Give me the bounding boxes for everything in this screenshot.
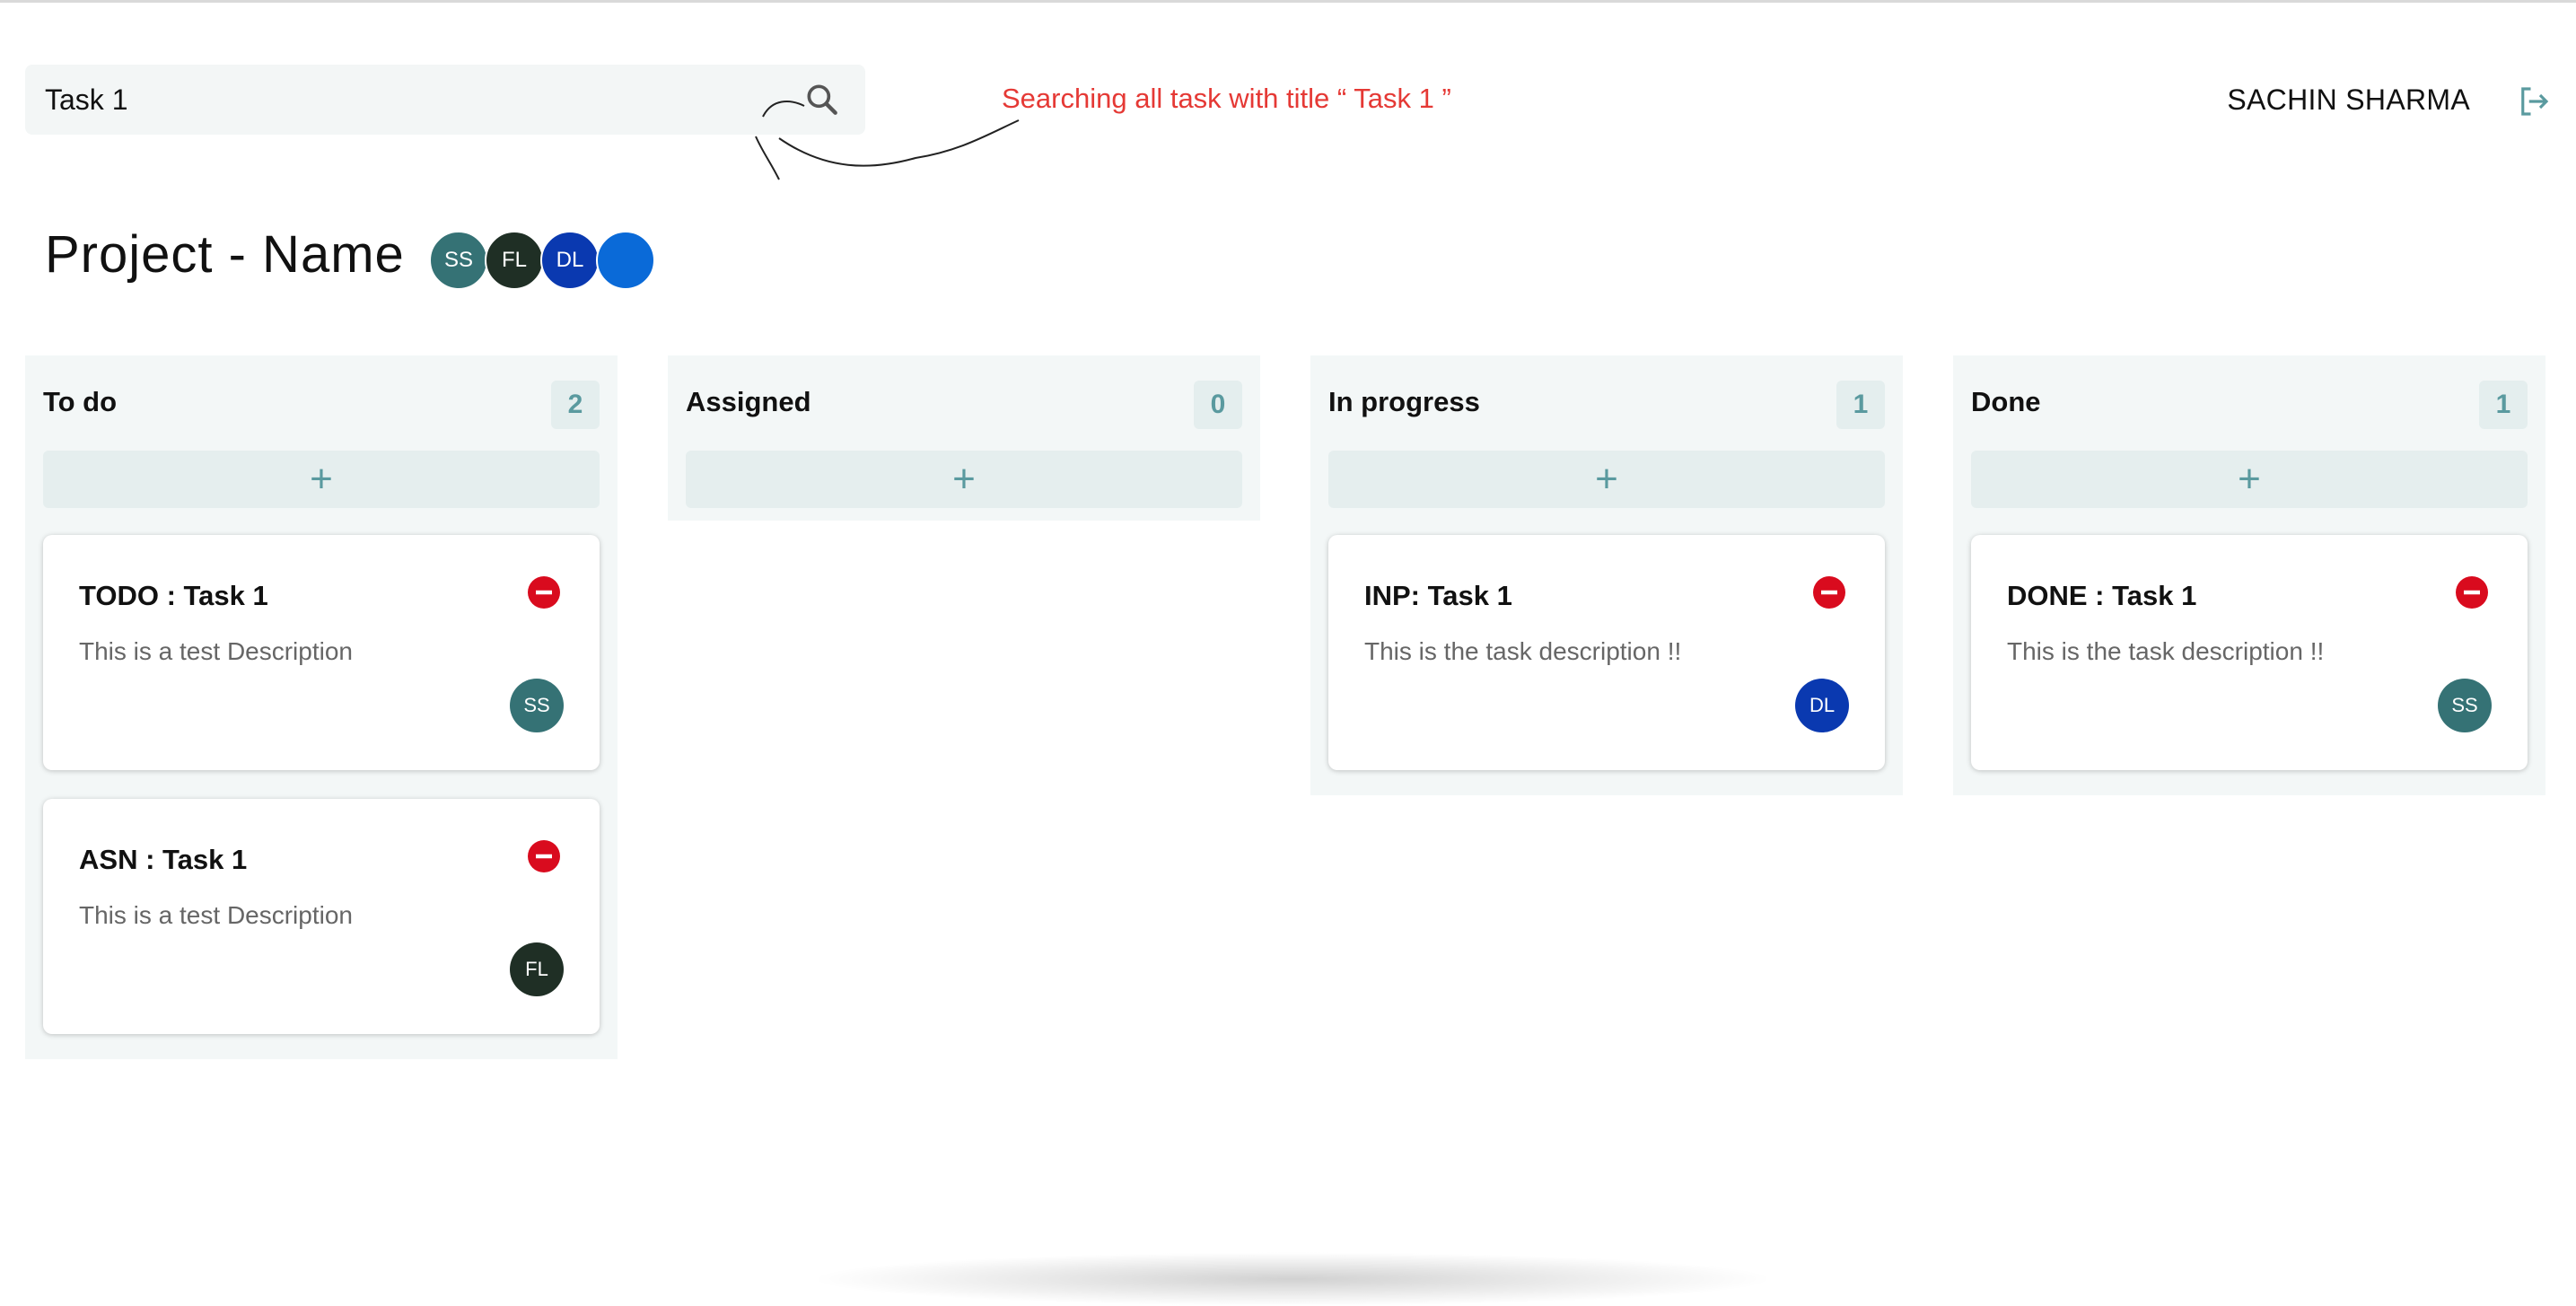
column-count-badge: 1 (2479, 381, 2528, 429)
assignee-avatar[interactable]: SS (2438, 679, 2492, 732)
column-count-badge: 0 (1194, 381, 1242, 429)
card-list: TODO : Task 1 This is a test Description S… (25, 508, 618, 1059)
annotation-text: Searching all task with title “ Task 1 ” (1002, 83, 1451, 114)
annotation-arrow (755, 101, 1020, 180)
task-description: This is a test Description (79, 637, 353, 665)
column-in-progress: In progress 1 + INP: Task 1 This is the task… (1310, 355, 1903, 795)
column-title: To do (43, 386, 118, 417)
add-task-button[interactable]: + (1328, 451, 1885, 508)
remove-circle-icon[interactable] (2456, 576, 2488, 609)
member-avatars: SS FL DL (429, 231, 655, 290)
column-header: Assigned 0 (668, 355, 1260, 451)
card-list: INP: Task 1 This is the task description … (1310, 508, 1903, 795)
column-done: Done 1 + DONE : Task 1 This is the task desc… (1953, 355, 2545, 795)
search-input[interactable] (25, 65, 802, 135)
card-list (668, 508, 1260, 521)
column-title: Done (1971, 386, 2041, 417)
member-avatar[interactable]: DL (540, 231, 600, 290)
remove-circle-icon[interactable] (1813, 576, 1845, 609)
column-assigned: Assigned 0 + (668, 355, 1260, 521)
column-header: To do 2 (25, 355, 618, 451)
task-description: This is a test Description (79, 901, 353, 929)
task-card[interactable]: INP: Task 1 This is the task description … (1328, 535, 1885, 770)
task-description: This is the task description !! (1364, 637, 1682, 665)
assignee-avatar[interactable]: DL (1795, 679, 1849, 732)
bottom-shadow (808, 1252, 1777, 1306)
user-name: SACHIN SHARMA (2227, 83, 2470, 116)
column-to-do: To do 2 + TODO : Task 1 This is a test Descr… (25, 355, 618, 1059)
task-description: This is the task description !! (2007, 637, 2325, 665)
project-title: Project - Name (45, 225, 405, 284)
assignee-avatar[interactable]: FL (510, 942, 564, 996)
column-title: Assigned (686, 386, 811, 417)
member-avatar[interactable] (596, 231, 655, 290)
member-avatar[interactable]: FL (485, 231, 544, 290)
column-count-badge: 2 (551, 381, 600, 429)
add-task-button[interactable]: + (43, 451, 600, 508)
column-title: In progress (1328, 386, 1480, 417)
task-card[interactable]: DONE : Task 1 This is the task descriptio… (1971, 535, 2528, 770)
card-list: DONE : Task 1 This is the task descriptio… (1953, 508, 2545, 795)
column-count-badge: 1 (1836, 381, 1885, 429)
task-title: INP: Task 1 (1364, 580, 1512, 611)
add-task-button[interactable]: + (1971, 451, 2528, 508)
search-bar (25, 65, 865, 135)
task-title: DONE : Task 1 (2007, 580, 2197, 611)
remove-circle-icon[interactable] (528, 576, 560, 609)
member-avatar[interactable]: SS (429, 231, 488, 290)
task-title: ASN : Task 1 (79, 844, 248, 875)
top-divider (0, 0, 2576, 3)
column-header: Done 1 (1953, 355, 2545, 451)
logout-icon[interactable] (2515, 83, 2553, 120)
task-title: TODO : Task 1 (79, 580, 268, 611)
task-card[interactable]: TODO : Task 1 This is a test Description S… (43, 535, 600, 770)
task-card[interactable]: ASN : Task 1 This is a test Description FL (43, 799, 600, 1034)
add-task-button[interactable]: + (686, 451, 1242, 508)
remove-circle-icon[interactable] (528, 840, 560, 872)
assignee-avatar[interactable]: SS (510, 679, 564, 732)
column-header: In progress 1 (1310, 355, 1903, 451)
